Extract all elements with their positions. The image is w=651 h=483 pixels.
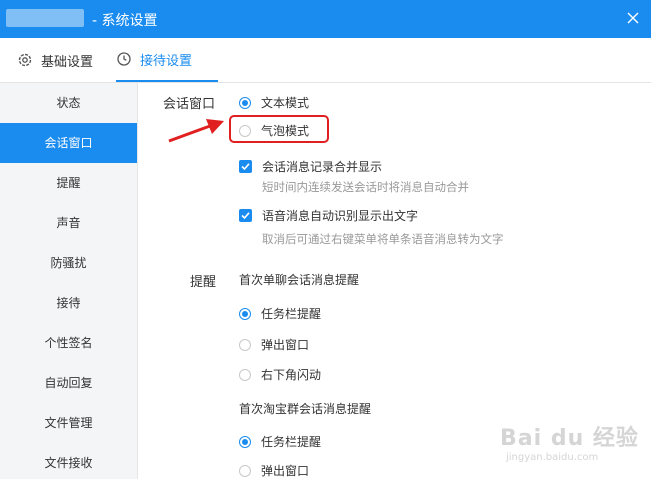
gear-icon — [17, 52, 33, 68]
check-icon — [241, 212, 250, 220]
radio-text-mode[interactable]: 文本模式 — [239, 94, 309, 111]
checkbox — [239, 209, 252, 222]
sidebar-item-anti-harassment[interactable]: 防骚扰 — [0, 243, 137, 283]
radio-label: 弹出窗口 — [261, 338, 310, 352]
clock-icon — [116, 51, 132, 67]
radio-group-taskbar[interactable]: 任务栏提醒 — [239, 433, 321, 450]
radio-button — [239, 368, 251, 381]
radio-label: 文本模式 — [261, 96, 310, 110]
checkbox-label: 会话消息记录合并显示 — [262, 160, 383, 174]
radio-label: 任务栏提醒 — [261, 307, 322, 321]
merge-records-hint: 短时间内连续发送会话时将消息自动合并 — [262, 180, 469, 194]
sidebar-item-session-window[interactable]: 会话窗口 — [0, 123, 137, 163]
radio-button — [239, 464, 251, 477]
window-title: - 系统设置 — [92, 13, 158, 29]
sidebar-item-status[interactable]: 状态 — [0, 83, 137, 123]
tab-label: 接待设置 — [140, 53, 193, 69]
session-window-section-label: 会话窗口 — [163, 97, 216, 112]
sidebar: 状态 会话窗口 提醒 声音 防骚扰 接待 个性签名 自动回复 文件管理 文件接收 — [0, 83, 138, 479]
close-icon — [627, 12, 639, 24]
title-bar: - 系统设置 — [0, 0, 651, 38]
watermark-logo: Bai du 经验 — [500, 426, 639, 451]
group-chat-reminder-title: 首次淘宝群会话消息提醒 — [239, 402, 372, 416]
sidebar-item-file-management[interactable]: 文件管理 — [0, 403, 137, 443]
annotation-highlight-box — [229, 115, 329, 143]
sidebar-item-signature[interactable]: 个性签名 — [0, 323, 137, 363]
tab-basic-settings[interactable]: 基础设置 — [17, 38, 93, 82]
sidebar-item-reminder[interactable]: 提醒 — [0, 163, 137, 203]
radio-label: 任务栏提醒 — [261, 435, 322, 449]
sidebar-item-file-receive[interactable]: 文件接收 — [0, 443, 137, 483]
blurred-app-name — [6, 9, 84, 27]
radio-group-popup[interactable]: 弹出窗口 — [239, 462, 309, 479]
watermark-url: jingyan.baidu.com — [506, 452, 599, 463]
radio-button — [239, 96, 251, 109]
single-chat-reminder-title: 首次单聊会话消息提醒 — [239, 273, 360, 287]
annotation-arrow-icon — [168, 119, 224, 143]
radio-single-popup[interactable]: 弹出窗口 — [239, 336, 309, 353]
checkbox-label: 语音消息自动识别显示出文字 — [262, 209, 419, 223]
radio-label: 右下角闪动 — [261, 368, 322, 382]
tab-label: 基础设置 — [41, 54, 94, 70]
checkbox-voice-to-text[interactable]: 语音消息自动识别显示出文字 — [239, 207, 418, 224]
sidebar-item-auto-reply[interactable]: 自动回复 — [0, 363, 137, 403]
watermark: Bai du 经验 jingyan.baidu.com — [500, 420, 639, 463]
check-icon — [241, 163, 250, 171]
voice-to-text-hint: 取消后可通过右键菜单将单条语音消息转为文字 — [262, 232, 504, 246]
radio-single-flash[interactable]: 右下角闪动 — [239, 366, 321, 383]
radio-button — [239, 307, 251, 320]
radio-single-taskbar[interactable]: 任务栏提醒 — [239, 305, 321, 322]
tab-bar: 基础设置 接待设置 — [0, 38, 651, 83]
reminder-section-label: 提醒 — [190, 275, 217, 290]
checkbox — [239, 160, 252, 173]
tab-reception-settings[interactable]: 接待设置 — [116, 38, 218, 82]
close-button[interactable] — [621, 6, 645, 30]
radio-button — [239, 338, 251, 351]
radio-label: 弹出窗口 — [261, 464, 310, 478]
radio-button — [239, 435, 251, 448]
sidebar-item-reception[interactable]: 接待 — [0, 283, 137, 323]
checkbox-merge-records[interactable]: 会话消息记录合并显示 — [239, 158, 382, 175]
sidebar-item-sound[interactable]: 声音 — [0, 203, 137, 243]
